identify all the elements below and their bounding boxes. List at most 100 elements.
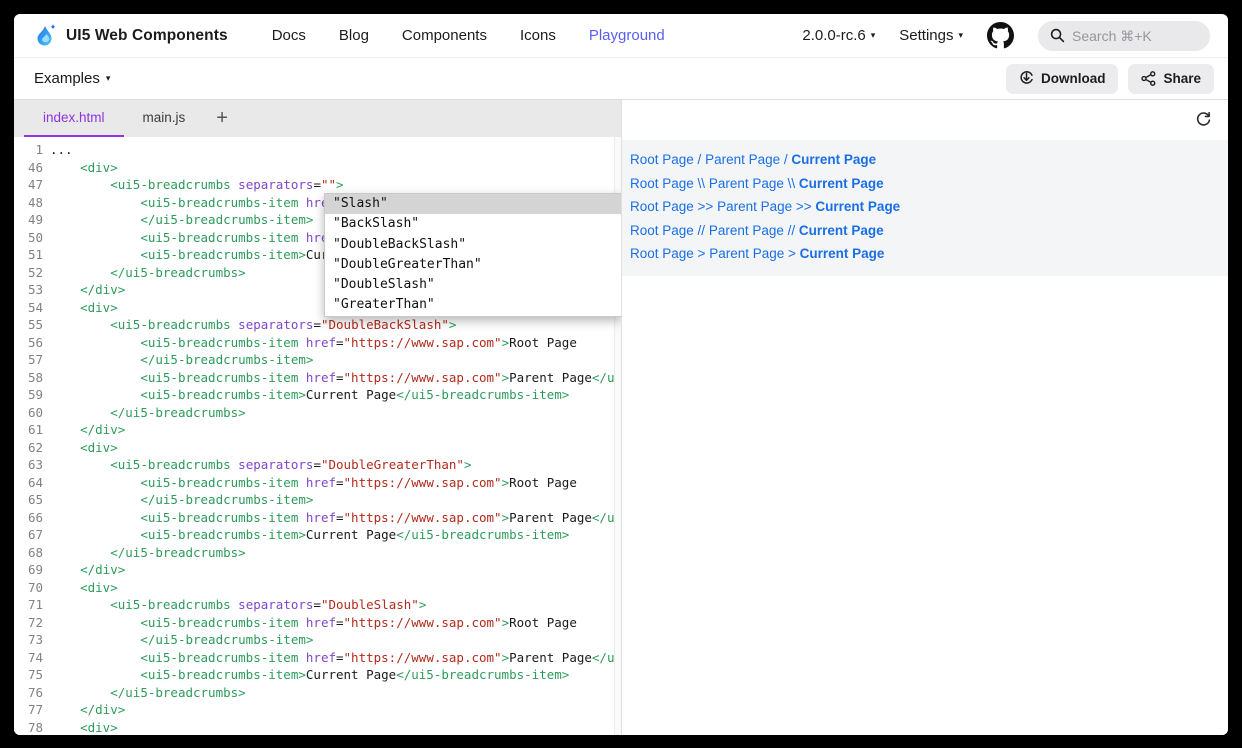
line-content: <ui5-breadcrumbs-item href="https://www.…	[50, 649, 621, 667]
code-line[interactable]: 78 <div>	[14, 719, 621, 736]
app-window: UI5 Web Components Docs Blog Components Ico…	[14, 14, 1228, 735]
breadcrumb-current: Current Page	[799, 223, 884, 238]
breadcrumb-link[interactable]: Parent Page	[709, 223, 784, 238]
code-line[interactable]: 58 <ui5-breadcrumbs-item href="https://w…	[14, 369, 621, 387]
autocomplete-option[interactable]: "BackSlash"	[325, 214, 621, 234]
code-line[interactable]: 75 <ui5-breadcrumbs-item>Current Page</u…	[14, 666, 621, 684]
nav-link-components[interactable]: Components	[402, 27, 487, 44]
breadcrumb-link[interactable]: Parent Page	[709, 246, 784, 261]
line-number: 49	[14, 211, 50, 229]
code-line[interactable]: 47 <ui5-breadcrumbs separators="">	[14, 176, 621, 194]
breadcrumb-link[interactable]: Parent Page	[717, 199, 792, 214]
preview-pane: Root Page / Parent Page / Current PageRo…	[622, 100, 1228, 735]
breadcrumb-link[interactable]: Root Page	[630, 152, 694, 167]
nav-link-icons[interactable]: Icons	[520, 27, 556, 44]
nav-link-blog[interactable]: Blog	[339, 27, 369, 44]
code-line[interactable]: 66 <ui5-breadcrumbs-item href="https://w…	[14, 509, 621, 527]
line-number: 55	[14, 316, 50, 334]
refresh-icon	[1195, 111, 1212, 128]
code-line[interactable]: 77 </div>	[14, 701, 621, 719]
download-icon	[1019, 71, 1034, 86]
github-icon[interactable]	[987, 22, 1014, 49]
share-button[interactable]: Share	[1128, 64, 1214, 94]
line-content: <ui5-breadcrumbs-item>Current Page</ui5-…	[50, 526, 569, 544]
line-number: 57	[14, 351, 50, 369]
examples-dropdown[interactable]: Examples ▾	[34, 70, 110, 87]
line-number: 68	[14, 544, 50, 562]
code-line[interactable]: 62 <div>	[14, 439, 621, 457]
code-line[interactable]: 46 <div>	[14, 159, 621, 177]
tab-main-js[interactable]: main.js	[124, 100, 205, 137]
code-line[interactable]: 55 <ui5-breadcrumbs separators="DoubleBa…	[14, 316, 621, 334]
code-line[interactable]: 56 <ui5-breadcrumbs-item href="https://w…	[14, 334, 621, 352]
breadcrumb-link[interactable]: Root Page	[630, 176, 694, 191]
breadcrumb-separator: /	[694, 152, 705, 167]
line-content: <ui5-breadcrumbs separators="DoubleGreat…	[50, 456, 472, 474]
line-content: </ui5-breadcrumbs>	[50, 404, 246, 422]
breadcrumb-link[interactable]: Root Page	[630, 246, 694, 261]
breadcrumb-link[interactable]: Root Page	[630, 199, 694, 214]
line-number: 77	[14, 701, 50, 719]
autocomplete-option[interactable]: "DoubleBackSlash"	[325, 235, 621, 255]
download-button[interactable]: Download	[1006, 64, 1119, 94]
line-content: </ui5-breadcrumbs-item>	[50, 491, 313, 509]
nav-links: Docs Blog Components Icons Playground	[272, 27, 665, 44]
line-number: 54	[14, 299, 50, 317]
code-line[interactable]: 63 <ui5-breadcrumbs separators="DoubleGr…	[14, 456, 621, 474]
chevron-down-icon: ▾	[106, 74, 111, 83]
search-input[interactable]	[1072, 28, 1192, 44]
code-line[interactable]: 76 </ui5-breadcrumbs>	[14, 684, 621, 702]
brand[interactable]: UI5 Web Components	[34, 22, 228, 50]
main-split: index.html main.js + 1...46 <div>47 <ui5…	[14, 100, 1228, 735]
nav-link-docs[interactable]: Docs	[272, 27, 306, 44]
code-line[interactable]: 1...	[14, 141, 621, 159]
autocomplete-option[interactable]: "DoubleGreaterThan"	[325, 255, 621, 275]
code-line[interactable]: 69 </div>	[14, 561, 621, 579]
breadcrumb-row: Root Page / Parent Page / Current Page	[630, 148, 1228, 172]
breadcrumbs-preview: Root Page / Parent Page / Current PageRo…	[622, 140, 1228, 276]
code-line[interactable]: 65 </ui5-breadcrumbs-item>	[14, 491, 621, 509]
code-line[interactable]: 64 <ui5-breadcrumbs-item href="https://w…	[14, 474, 621, 492]
refresh-button[interactable]	[1194, 111, 1212, 129]
line-number: 63	[14, 456, 50, 474]
nav-link-playground[interactable]: Playground	[589, 27, 665, 44]
autocomplete-dropdown: "Slash""BackSlash""DoubleBackSlash""Doub…	[324, 193, 621, 317]
code-line[interactable]: 67 <ui5-breadcrumbs-item>Current Page</u…	[14, 526, 621, 544]
settings-dropdown[interactable]: Settings ▾	[899, 27, 963, 44]
breadcrumb-link[interactable]: Parent Page	[705, 152, 780, 167]
tab-index-html[interactable]: index.html	[24, 100, 124, 137]
breadcrumb-link[interactable]: Root Page	[630, 223, 694, 238]
line-content: </div>	[50, 281, 125, 299]
share-icon	[1141, 71, 1156, 86]
code-line[interactable]: 70 <div>	[14, 579, 621, 597]
chevron-down-icon: ▾	[958, 31, 963, 40]
preview-toolbar	[622, 100, 1228, 140]
code-line[interactable]: 61 </div>	[14, 421, 621, 439]
line-content: <div>	[50, 299, 118, 317]
autocomplete-option[interactable]: "Slash"	[325, 194, 621, 214]
code-line[interactable]: 74 <ui5-breadcrumbs-item href="https://w…	[14, 649, 621, 667]
code-line[interactable]: 71 <ui5-breadcrumbs separators="DoubleSl…	[14, 596, 621, 614]
breadcrumb-separator: //	[694, 223, 709, 238]
code-line[interactable]: 59 <ui5-breadcrumbs-item>Current Page</u…	[14, 386, 621, 404]
code-line[interactable]: 68 </ui5-breadcrumbs>	[14, 544, 621, 562]
search-box[interactable]	[1038, 21, 1210, 51]
line-number: 60	[14, 404, 50, 422]
autocomplete-option[interactable]: "DoubleSlash"	[325, 275, 621, 295]
breadcrumb-link[interactable]: Parent Page	[709, 176, 784, 191]
new-tab-button[interactable]: +	[204, 100, 240, 137]
breadcrumb-row: Root Page > Parent Page > Current Page	[630, 242, 1228, 266]
breadcrumb-current: Current Page	[800, 246, 885, 261]
line-content: </ui5-breadcrumbs>	[50, 684, 246, 702]
code-editor[interactable]: 1...46 <div>47 <ui5-breadcrumbs separato…	[14, 137, 621, 735]
tab-label: index.html	[43, 110, 105, 125]
code-line[interactable]: 60 </ui5-breadcrumbs>	[14, 404, 621, 422]
line-content: </div>	[50, 561, 125, 579]
line-number: 75	[14, 666, 50, 684]
line-content: <div>	[50, 159, 118, 177]
code-line[interactable]: 73 </ui5-breadcrumbs-item>	[14, 631, 621, 649]
version-dropdown[interactable]: 2.0.0-rc.6 ▾	[802, 27, 875, 44]
autocomplete-option[interactable]: "GreaterThan"	[325, 295, 621, 315]
code-line[interactable]: 57 </ui5-breadcrumbs-item>	[14, 351, 621, 369]
code-line[interactable]: 72 <ui5-breadcrumbs-item href="https://w…	[14, 614, 621, 632]
